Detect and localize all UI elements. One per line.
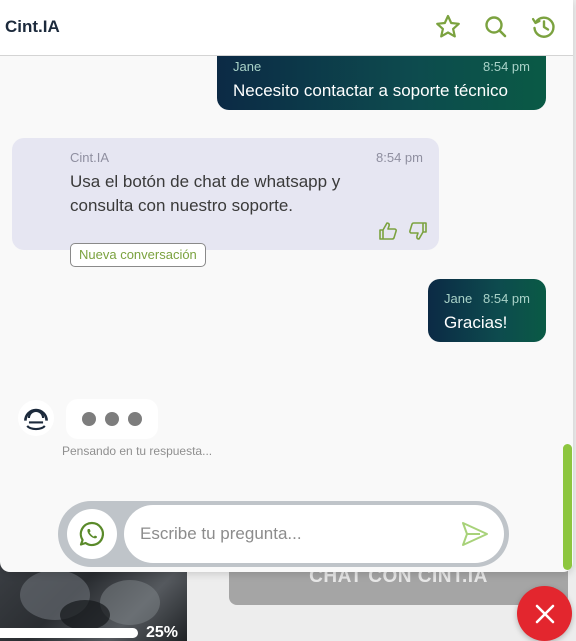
message-sender: Jane [444,291,473,306]
history-icon[interactable] [530,13,558,41]
video-progress-bar[interactable] [0,628,138,638]
chat-header: Cint.IA [0,0,573,56]
message-text-line: consulta con nuestro soporte. [70,196,294,215]
chat-scrollbar[interactable] [563,444,572,570]
message-text-line: Usa el botón de chat de whatsapp y [70,172,341,191]
bot-avatar [18,400,54,436]
user-message-bubble: Jane 8:54 pm Necesito contactar a soport… [217,56,546,110]
whatsapp-icon [79,521,104,547]
message-text: Usa el botón de chat de whatsapp y consu… [70,170,340,218]
send-icon [462,522,488,546]
bot-message-bubble: Cint.IA 8:54 pm Usa el botón de chat de … [12,138,439,250]
whatsapp-button[interactable] [67,509,117,559]
message-sender: Cint.IA [70,150,110,165]
message-sender: Jane [233,59,262,74]
message-text: Necesito contactar a soporte técnico [233,81,508,100]
bot-logo-icon [24,408,48,431]
star-icon[interactable] [434,13,462,41]
thumbs-down-icon[interactable] [408,221,428,246]
question-input[interactable] [124,505,504,563]
close-chat-button[interactable] [517,586,572,641]
send-button[interactable] [460,520,490,548]
video-progress-label: 25% [146,624,179,641]
user-message-bubble: Jane 8:54 pm Gracias! [428,279,546,342]
message-time: 8:54 pm [483,291,530,306]
search-icon[interactable] [482,13,510,41]
typing-dot [82,412,96,426]
close-icon [535,604,554,623]
message-text: Gracias! [444,313,508,332]
typing-indicator [66,399,158,439]
message-time: 8:54 pm [483,59,530,74]
chat-widget: Cint.IA Jane 8:54 pm Necesito contactar … [0,0,573,572]
thumbs-up-icon[interactable] [378,221,398,246]
new-conversation-button[interactable]: Nueva conversación [70,243,206,267]
message-time: 8:54 pm [376,150,423,165]
typing-dot [105,412,119,426]
thinking-status: Pensando en tu respuesta... [62,444,213,458]
typing-dot [128,412,142,426]
app-title: Cint.IA [5,17,60,36]
